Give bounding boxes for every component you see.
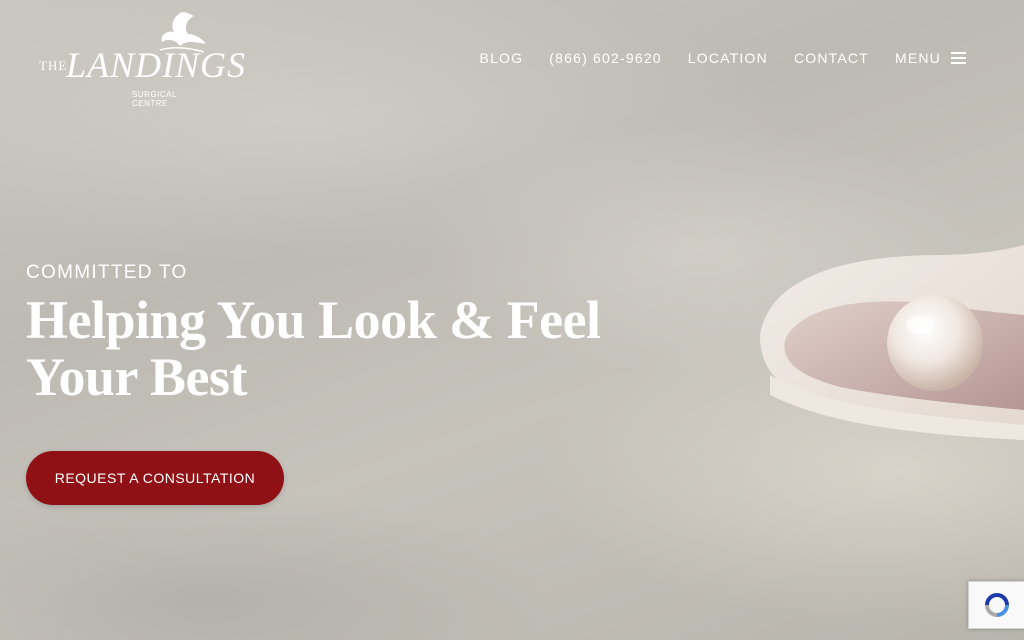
hamburger-icon <box>951 52 966 64</box>
recaptcha-badge[interactable] <box>968 581 1024 629</box>
hero-headline: Helping You Look & Feel Your Best <box>26 292 626 406</box>
nav-location-link[interactable]: LOCATION <box>688 50 768 66</box>
hero-headline-line1: Helping You Look & Feel <box>26 290 601 350</box>
site-logo[interactable]: THE LANDINGS SURGICAL CENTRE <box>36 10 245 110</box>
menu-button[interactable]: MENU <box>895 50 966 66</box>
nav-contact-link[interactable]: CONTACT <box>794 50 869 66</box>
shell-pearl-image <box>740 225 1024 455</box>
logo-the-text: THE <box>39 58 68 73</box>
nav-blog-link[interactable]: BLOG <box>480 50 524 66</box>
hero-headline-line2: Your Best <box>26 347 248 407</box>
top-navigation: BLOG (866) 602-9620 LOCATION CONTACT MEN… <box>480 50 966 66</box>
hero-eyebrow: COMMITTED TO <box>26 262 188 283</box>
nav-phone-link[interactable]: (866) 602-9620 <box>549 50 662 66</box>
menu-label: MENU <box>894 50 941 66</box>
logo-name-text: LANDINGS <box>66 45 247 85</box>
request-consultation-button[interactable]: REQUEST A CONSULTATION <box>26 451 284 505</box>
logo-subtitle-text: SURGICAL CENTRE <box>132 90 177 108</box>
recaptcha-icon <box>984 593 1009 617</box>
